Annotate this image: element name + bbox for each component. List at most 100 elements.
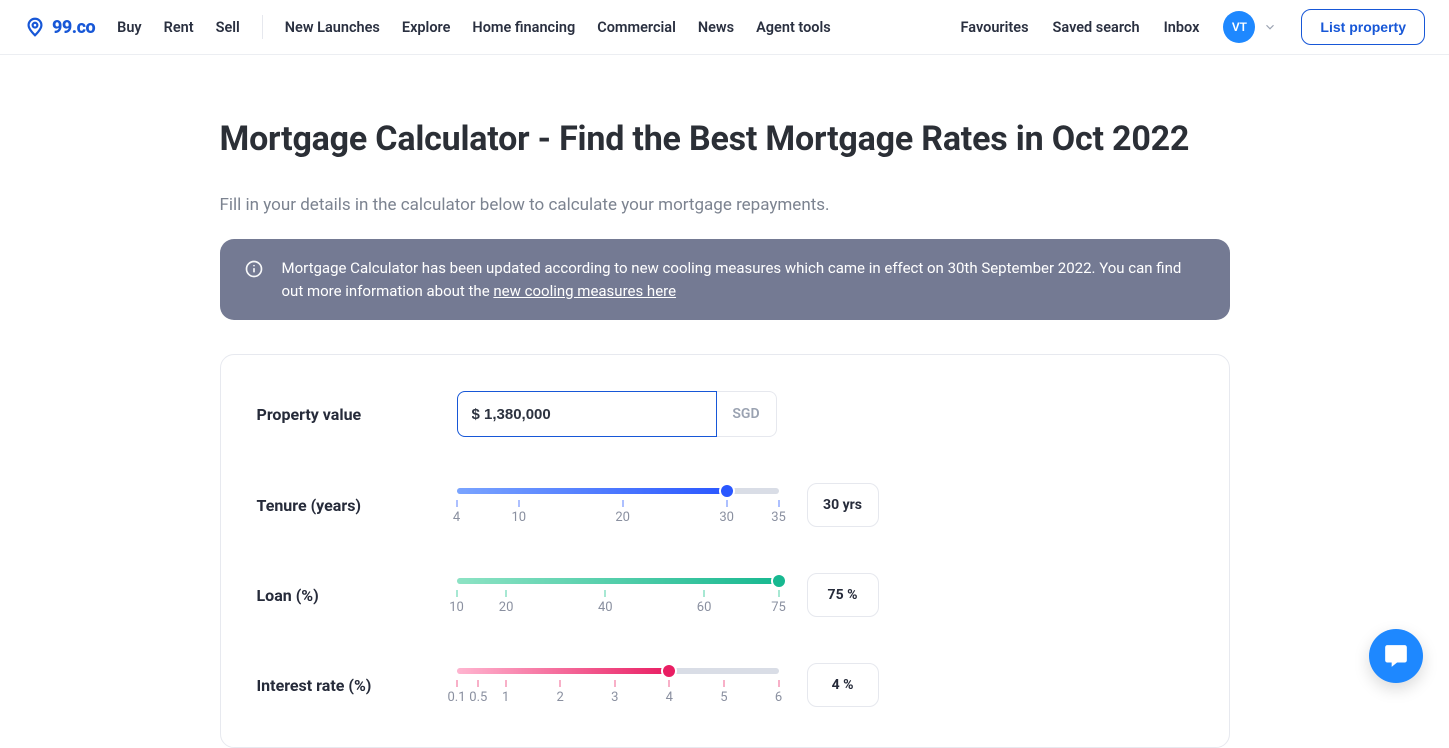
slider-tick (723, 680, 724, 687)
slider-tick-label: 20 (499, 600, 514, 615)
loan-output[interactable]: 75 % (807, 573, 879, 617)
slider-tick (560, 680, 561, 687)
nav-inbox[interactable]: Inbox (1164, 19, 1200, 36)
row-tenure: Tenure (years) 4 10 20 30 35 30 yrs (257, 483, 1193, 527)
rate-output[interactable]: 4 % (807, 663, 879, 707)
property-value-input-group: SGD (457, 391, 777, 437)
page-subtitle: Fill in your details in the calculator b… (220, 195, 1230, 215)
tenure-ticks: 410203035 (457, 500, 779, 522)
notice-text: Mortgage Calculator has been updated acc… (282, 257, 1206, 302)
nav-saved-search[interactable]: Saved search (1053, 19, 1140, 36)
slider-tick (778, 500, 779, 507)
list-property-button[interactable]: List property (1301, 9, 1425, 45)
slider-tick (778, 680, 779, 687)
tenure-controls: 410203035 30 yrs (457, 483, 1193, 527)
slider-tick-label: 10 (511, 510, 526, 525)
row-interest-rate: Interest rate (%) 0.10.5123456 4 % (257, 663, 1193, 707)
slider-tick-label: 20 (615, 510, 630, 525)
slider-tick-label: 40 (598, 600, 613, 615)
slider-tick (605, 590, 606, 597)
rate-controls: 0.10.5123456 4 % (457, 663, 1193, 707)
loan-thumb[interactable] (773, 575, 785, 587)
rate-ticks: 0.10.5123456 (457, 680, 779, 702)
nav-agent-tools[interactable]: Agent tools (756, 19, 831, 36)
slider-tick (518, 500, 519, 507)
slider-tick (456, 680, 457, 687)
property-value-controls: SGD (457, 391, 1193, 437)
tenure-track (457, 488, 779, 494)
slider-tick (622, 500, 623, 507)
slider-tick (778, 590, 779, 597)
rate-thumb[interactable] (663, 665, 675, 677)
notice-body: Mortgage Calculator has been updated acc… (282, 259, 1182, 300)
tenure-fill (457, 488, 727, 494)
rate-label: Interest rate (%) (257, 676, 427, 695)
slider-tick (726, 500, 727, 507)
chevron-down-icon (1263, 20, 1277, 34)
row-loan: Loan (%) 1020406075 75 % (257, 573, 1193, 617)
slider-tick (456, 500, 457, 507)
nav-commercial[interactable]: Commercial (597, 19, 676, 36)
cooling-measures-link[interactable]: new cooling measures here (493, 282, 676, 300)
slider-tick-label: 35 (771, 510, 786, 525)
slider-tick (506, 590, 507, 597)
slider-tick-label: 4 (453, 510, 460, 525)
slider-tick (669, 680, 670, 687)
brand-text: 99.co (52, 17, 95, 38)
page-container: Mortgage Calculator - Find the Best Mort… (220, 55, 1230, 748)
chat-icon (1383, 643, 1409, 669)
slider-tick-label: 60 (697, 600, 712, 615)
chat-fab[interactable] (1369, 629, 1423, 683)
avatar: VT (1223, 11, 1255, 43)
nav-new-launches[interactable]: New Launches (285, 19, 380, 36)
nav-explore[interactable]: Explore (402, 19, 451, 36)
rate-slider[interactable]: 0.10.5123456 (457, 668, 779, 702)
tenure-label: Tenure (years) (257, 496, 427, 515)
rate-fill (457, 668, 670, 674)
user-menu[interactable]: VT (1223, 11, 1277, 43)
slider-tick-label: 0.1 (447, 690, 465, 705)
slider-tick (704, 590, 705, 597)
info-icon (244, 259, 264, 279)
row-property-value: Property value SGD (257, 391, 1193, 437)
loan-controls: 1020406075 75 % (457, 573, 1193, 617)
slider-tick-label: 2 (557, 690, 564, 705)
nav-sell[interactable]: Sell (216, 19, 240, 36)
slider-tick-label: 6 (775, 690, 782, 705)
loan-ticks: 1020406075 (457, 590, 779, 612)
slider-tick-label: 3 (611, 690, 618, 705)
nav-separator (262, 15, 263, 39)
page-title: Mortgage Calculator - Find the Best Mort… (220, 119, 1230, 159)
nav-home-financing[interactable]: Home financing (472, 19, 575, 36)
nav-right: Favourites Saved search Inbox VT List pr… (961, 9, 1425, 45)
brand-logo[interactable]: 99.co (24, 16, 95, 38)
currency-badge: SGD (717, 391, 777, 437)
slider-tick-label: 10 (449, 600, 464, 615)
pin-icon (24, 16, 46, 38)
top-nav: 99.co Buy Rent Sell New Launches Explore… (0, 0, 1449, 55)
slider-tick-label: 5 (720, 690, 727, 705)
property-value-input[interactable] (457, 391, 717, 437)
rate-track (457, 668, 779, 674)
nav-favourites[interactable]: Favourites (961, 19, 1029, 36)
loan-slider[interactable]: 1020406075 (457, 578, 779, 612)
nav-news[interactable]: News (698, 19, 734, 36)
cooling-measures-notice: Mortgage Calculator has been updated acc… (220, 239, 1230, 320)
tenure-thumb[interactable] (721, 485, 733, 497)
slider-tick-label: 0.5 (469, 690, 487, 705)
loan-label: Loan (%) (257, 586, 427, 605)
nav-left: 99.co Buy Rent Sell New Launches Explore… (24, 15, 831, 39)
slider-tick (478, 680, 479, 687)
slider-tick (456, 590, 457, 597)
property-value-label: Property value (257, 405, 427, 424)
tenure-output[interactable]: 30 yrs (807, 483, 879, 527)
tenure-slider[interactable]: 410203035 (457, 488, 779, 522)
calculator-card: Property value SGD Tenure (years) 4 10 20 3… (220, 354, 1230, 748)
nav-buy[interactable]: Buy (117, 19, 142, 36)
slider-tick-label: 30 (719, 510, 734, 525)
loan-track (457, 578, 779, 584)
slider-tick-label: 4 (666, 690, 673, 705)
loan-fill (457, 578, 779, 584)
slider-tick (505, 680, 506, 687)
nav-rent[interactable]: Rent (164, 19, 194, 36)
